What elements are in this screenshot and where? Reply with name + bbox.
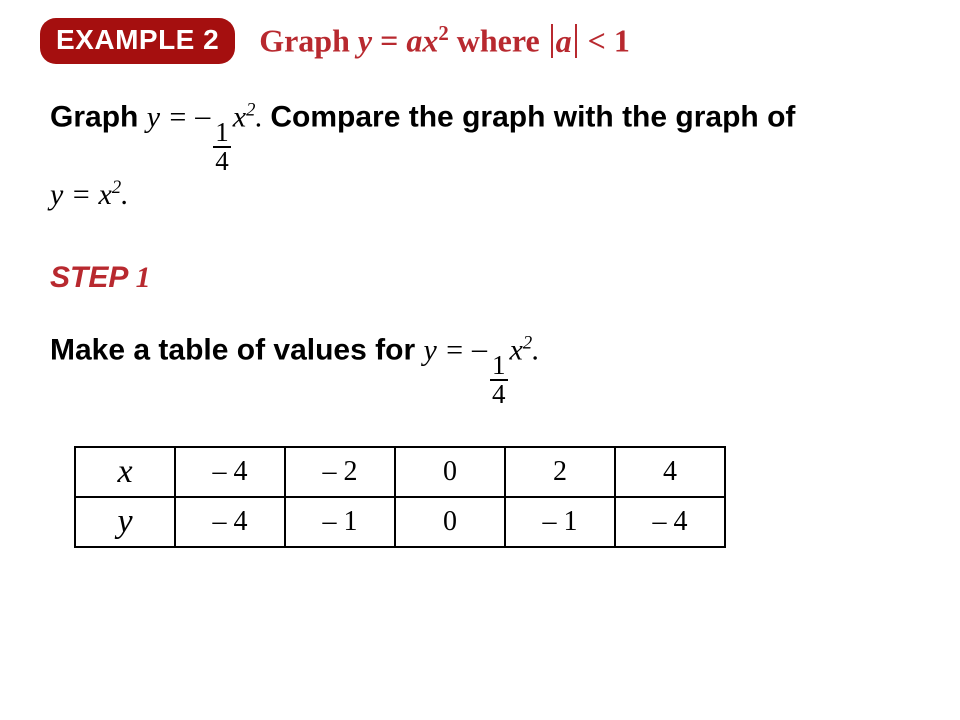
prompt-compare: Compare the graph with the graph of (270, 101, 795, 134)
title-x: x (422, 23, 438, 59)
title-a: a (406, 23, 422, 59)
step-number: 1 (136, 261, 151, 294)
title-eq: = (372, 23, 406, 59)
prompt-exp2: 2 (112, 177, 121, 198)
title-graph: Graph (259, 23, 358, 59)
abs-bar-icon (551, 24, 553, 58)
make-text: Make a table of values for (50, 334, 423, 367)
table-cell: 4 (615, 447, 725, 497)
table-cell: 2 (505, 447, 615, 497)
make-x: x (510, 334, 523, 367)
prompt-graph: Graph (50, 101, 147, 134)
frac-num: 1 (213, 119, 231, 146)
table-cell: – 4 (615, 497, 725, 547)
prompt-period2: . (121, 178, 129, 211)
make-yeq: y = (423, 334, 464, 367)
fraction-icon: 14 (490, 352, 508, 408)
table-cell: 0 (395, 447, 505, 497)
table-row: y – 4 – 1 0 – 1 – 4 (75, 497, 725, 547)
make-table-text: Make a table of values for y = –14x2. (50, 331, 900, 410)
prompt-x: x (233, 101, 246, 134)
make-exp: 2 (523, 333, 532, 354)
frac-den: 4 (213, 146, 231, 175)
fraction-icon: 14 (213, 119, 231, 175)
table-cell: – 4 (175, 497, 285, 547)
table-cell: 0 (395, 497, 505, 547)
prompt-minus: – (195, 99, 210, 132)
step-label: STEP 1 (50, 261, 900, 295)
prompt-exp: 2 (246, 100, 255, 121)
title-a2: a (556, 23, 572, 59)
step-word: STEP (50, 261, 127, 294)
table-cell: – 4 (175, 447, 285, 497)
row-header-y: y (75, 497, 175, 547)
prompt-period: . (255, 101, 263, 134)
prompt-y-eq: y = (147, 101, 188, 134)
table-cell: – 1 (505, 497, 615, 547)
title-where: where (449, 23, 548, 59)
frac-num: 1 (490, 352, 508, 379)
prompt-text: Graph y = –14x2. Compare the graph with … (50, 98, 900, 213)
prompt-yeqx2: y = x (50, 178, 112, 211)
title-exp: 2 (438, 22, 448, 45)
table-row: x – 4 – 2 0 2 4 (75, 447, 725, 497)
table-cell: – 1 (285, 497, 395, 547)
make-period: . (532, 334, 540, 367)
table-cell: – 2 (285, 447, 395, 497)
title-y: y (358, 23, 372, 59)
row-header-x: x (75, 447, 175, 497)
title-lt: < 1 (580, 23, 630, 59)
make-minus: – (472, 332, 487, 365)
page-title: Graph y = ax2 where a < 1 (259, 22, 630, 60)
abs-bar-icon (575, 24, 577, 58)
frac-den: 4 (490, 379, 508, 408)
example-badge: EXAMPLE 2 (40, 18, 235, 64)
title-abs: a (548, 23, 580, 59)
header-row: EXAMPLE 2 Graph y = ax2 where a < 1 (40, 18, 900, 64)
values-table: x – 4 – 2 0 2 4 y – 4 – 1 0 – 1 – 4 (74, 446, 726, 548)
